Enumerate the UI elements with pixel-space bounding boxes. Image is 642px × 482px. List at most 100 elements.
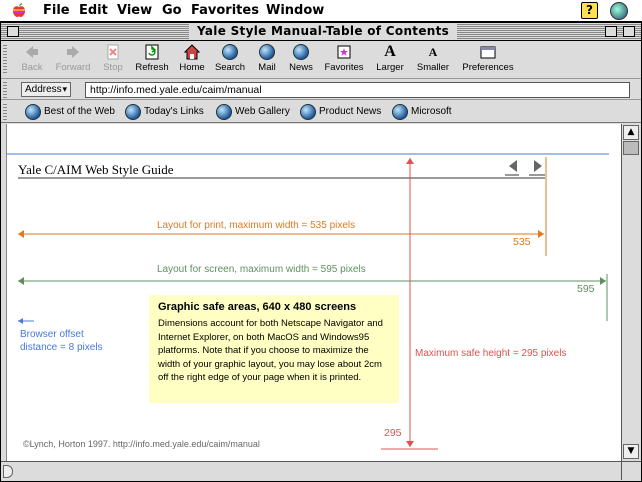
- height-arrow-top-head: [406, 158, 414, 164]
- link-todays-links[interactable]: Today's Links: [125, 104, 204, 120]
- stop-label: Stop: [103, 62, 123, 73]
- link-best-of-the-web[interactable]: Best of the Web: [25, 104, 115, 120]
- menu-edit[interactable]: Edit: [79, 3, 108, 18]
- links-grip-icon[interactable]: [3, 104, 7, 120]
- stop-button[interactable]: Stop: [100, 44, 126, 78]
- previous-page-icon[interactable]: [509, 160, 517, 172]
- news-icon: [293, 44, 309, 60]
- favorites-label: Favorites: [324, 62, 364, 73]
- smaller-button[interactable]: A Smaller: [413, 44, 453, 78]
- resize-grip-icon[interactable]: [621, 462, 639, 480]
- forward-arrow-icon: [65, 44, 81, 60]
- mail-button[interactable]: Mail: [254, 44, 280, 78]
- mail-label: Mail: [258, 62, 276, 73]
- offset-label-line2: distance = 8 pixels: [20, 342, 103, 353]
- home-button[interactable]: Home: [177, 44, 207, 78]
- collapse-box-icon[interactable]: [623, 26, 635, 37]
- menu-window[interactable]: Window: [266, 3, 324, 18]
- apple-menu-icon[interactable]: [11, 2, 27, 18]
- window-title: Yale Style Manual-Table of Contents: [189, 23, 458, 40]
- browser-window: Yale Style Manual-Table of Contents Back…: [0, 22, 642, 482]
- news-button[interactable]: News: [287, 44, 315, 78]
- link-product-news[interactable]: Product News: [300, 104, 381, 120]
- globe-icon: [216, 104, 232, 120]
- safe-area-note: Graphic safe areas, 640 x 480 screens Di…: [149, 295, 399, 403]
- footer-credit: ©Lynch, Horton 1997. http://info.med.yal…: [23, 439, 260, 449]
- page-title: Yale C/AIM Web Style Guide: [18, 162, 174, 177]
- scroll-up-icon[interactable]: ▲: [623, 125, 639, 140]
- refresh-icon: [144, 44, 160, 60]
- scroll-down-icon[interactable]: ▼: [623, 444, 639, 459]
- next-page-icon[interactable]: [534, 160, 542, 172]
- print-width-label: Layout for print, maximum width = 535 pi…: [157, 220, 356, 231]
- larger-text-icon: A: [384, 43, 396, 60]
- screen-width-label: Layout for screen, maximum width = 595 p…: [157, 264, 366, 275]
- print-arrow-right-head: [538, 230, 544, 238]
- help-icon[interactable]: ?: [581, 2, 598, 19]
- page-content: Yale C/AIM Web Style Guide Layout for pr…: [7, 124, 621, 461]
- safe-area-body: Dimensions account for both Netscape Nav…: [158, 318, 383, 383]
- screen-arrow-right-head: [600, 277, 606, 285]
- zoom-box-icon[interactable]: [605, 26, 617, 37]
- preferences-icon: [480, 44, 496, 60]
- preferences-label: Preferences: [462, 62, 514, 73]
- height-arrow-bottom-head: [406, 441, 414, 447]
- search-button[interactable]: Search: [213, 44, 247, 78]
- search-label: Search: [214, 62, 246, 73]
- link-label: Best of the Web: [44, 106, 115, 117]
- forward-label: Forward: [55, 62, 91, 73]
- link-web-gallery[interactable]: Web Gallery: [216, 104, 290, 120]
- screen-width-value: 595: [577, 283, 595, 295]
- link-label: Microsoft: [411, 106, 452, 117]
- safe-area-title: Graphic safe areas, 640 x 480 screens: [158, 301, 357, 313]
- preferences-button[interactable]: Preferences: [459, 44, 517, 78]
- refresh-label: Refresh: [135, 62, 169, 73]
- menu-file[interactable]: File: [43, 3, 70, 18]
- forward-button[interactable]: Forward: [52, 44, 94, 78]
- back-label: Back: [21, 62, 43, 73]
- address-input[interactable]: http://info.med.yale.edu/caim/manual: [85, 82, 630, 98]
- offset-arrow-head: [18, 318, 23, 324]
- larger-label: Larger: [376, 62, 404, 73]
- larger-button[interactable]: A Larger: [373, 44, 407, 78]
- address-grip-icon[interactable]: [3, 82, 7, 98]
- link-label: Web Gallery: [235, 106, 290, 117]
- globe-icon: [300, 104, 316, 120]
- back-button[interactable]: Back: [17, 44, 47, 78]
- menu-favorites[interactable]: Favorites: [191, 3, 259, 18]
- globe-icon: [125, 104, 141, 120]
- offset-label: Browser offset: [20, 329, 84, 340]
- globe-icon: [392, 104, 408, 120]
- link-label: Today's Links: [144, 106, 204, 117]
- globe-icon: [25, 104, 41, 120]
- toolbar-grip-icon[interactable]: [3, 45, 7, 75]
- refresh-button[interactable]: Refresh: [132, 44, 172, 78]
- search-globe-icon: [222, 44, 238, 60]
- title-bar[interactable]: Yale Style Manual-Table of Contents: [1, 23, 641, 41]
- address-bar: Address http://info.med.yale.edu/caim/ma…: [1, 80, 641, 100]
- news-label: News: [289, 62, 313, 73]
- smaller-text-icon: A: [428, 45, 438, 59]
- links-bar: Best of the Web Today's Links Web Galler…: [1, 101, 641, 123]
- address-dropdown[interactable]: Address: [21, 82, 71, 97]
- menu-bar: File Edit View Go Favorites Window ?: [0, 0, 642, 22]
- status-tab-icon[interactable]: [3, 465, 13, 478]
- home-icon: [183, 44, 201, 60]
- menu-view[interactable]: View: [117, 3, 152, 18]
- status-bar: [1, 461, 641, 481]
- application-menu-icon[interactable]: [610, 2, 628, 20]
- link-label: Product News: [319, 106, 382, 117]
- close-box-icon[interactable]: [7, 26, 19, 37]
- scroll-thumb[interactable]: [623, 141, 639, 155]
- menu-go[interactable]: Go: [162, 3, 182, 18]
- print-arrow-left-head: [18, 230, 24, 238]
- vertical-scrollbar[interactable]: ▲ ▼: [621, 124, 640, 461]
- height-label: Maximum safe height = 295 pixels: [415, 348, 567, 359]
- height-value: 295: [384, 427, 402, 439]
- favorites-icon: [336, 44, 352, 60]
- screen-arrow-left-head: [18, 277, 24, 285]
- link-microsoft[interactable]: Microsoft: [392, 104, 452, 120]
- home-label: Home: [179, 62, 205, 73]
- favorites-button[interactable]: Favorites: [320, 44, 368, 78]
- button-toolbar: Back Forward Stop Refresh Home Search Ma…: [1, 42, 641, 79]
